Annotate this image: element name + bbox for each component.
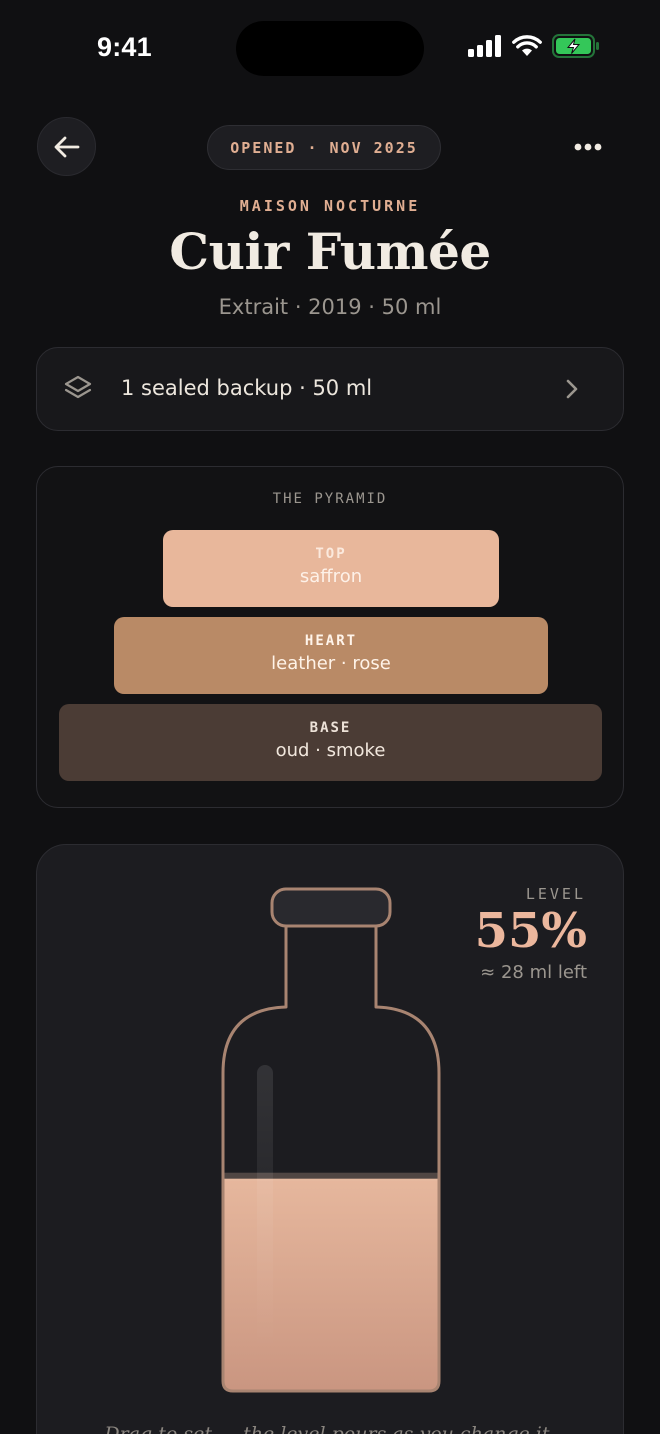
arrow-left-icon <box>54 136 79 157</box>
opened-date-badge: OPENED · NOV 2025 <box>207 125 441 170</box>
house-name: MAISON NOCTURNE <box>239 197 421 215</box>
sealed-backup-row[interactable]: 1 sealed backup · 50 ml <box>36 347 624 431</box>
level-remaining: ≈ 28 ml left <box>480 962 587 983</box>
dynamic-island <box>236 21 424 76</box>
liquid-surface <box>223 1172 439 1181</box>
pyramid-tier-base[interactable]: BASE oud · smoke <box>59 704 602 781</box>
backup-label: 1 sealed backup · 50 ml <box>121 376 373 400</box>
cellular-signal-icon <box>468 35 501 57</box>
pyramid-title: THE PYRAMID <box>272 491 388 507</box>
wifi-icon <box>512 35 542 56</box>
status-time: 9:41 <box>97 32 152 62</box>
back-button[interactable] <box>37 117 96 176</box>
glass-shine <box>257 1065 273 1355</box>
level-percent: 55% <box>474 903 587 959</box>
bottle-cap <box>270 887 392 928</box>
tier-name: HEART <box>304 633 358 649</box>
tier-notes: saffron <box>299 566 363 587</box>
status-icons <box>468 34 600 58</box>
tier-notes: leather · rose <box>271 653 391 674</box>
battery-charging-icon <box>552 34 599 58</box>
more-options-button[interactable] <box>567 126 609 168</box>
layers-icon <box>64 375 92 399</box>
tier-name: TOP <box>315 546 347 562</box>
pyramid-tier-top[interactable]: TOP saffron <box>163 530 499 607</box>
chevron-right-icon <box>566 379 578 399</box>
liquid-fill <box>223 1178 439 1391</box>
tier-name: BASE <box>309 720 352 736</box>
pyramid-tier-heart[interactable]: HEART leather · rose <box>114 617 548 694</box>
fragrance-details: Extrait · 2019 · 50 ml <box>218 295 442 319</box>
bottle-level-slider[interactable] <box>213 885 449 1395</box>
tier-notes: oud · smoke <box>275 740 386 761</box>
more-horizontal-icon <box>574 143 602 151</box>
drag-hint: Drag to set — the level pours as you cha… <box>104 1423 556 1434</box>
pyramid-card: THE PYRAMID TOP saffron HEART leather · … <box>36 466 624 808</box>
level-card: LEVEL 55% ≈ 28 ml left Drag to set — the… <box>36 844 624 1434</box>
page-title: Cuir Fumée <box>169 222 491 281</box>
level-label: LEVEL <box>525 885 586 903</box>
